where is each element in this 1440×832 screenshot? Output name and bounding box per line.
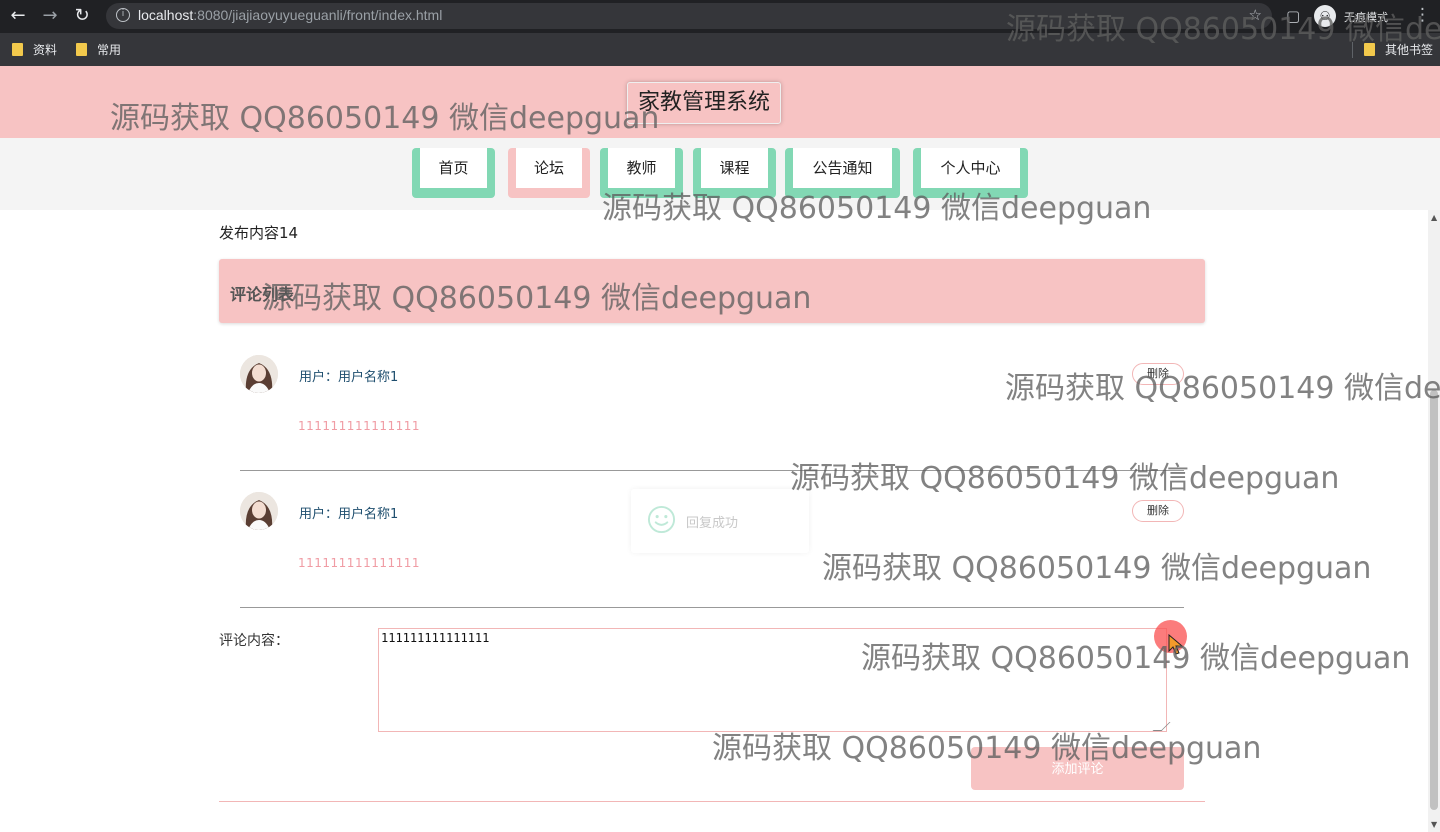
scroll-up-icon[interactable]: ▲ (1431, 213, 1437, 222)
bookmark-folder-2[interactable]: 常用 (76, 41, 121, 58)
incognito-label[interactable]: 无痕模式 (1344, 9, 1388, 25)
avatar-portrait-icon (240, 355, 278, 393)
mouse-pointer-icon (1168, 634, 1184, 655)
reload-icon[interactable]: ↻ (70, 5, 94, 27)
url-text[interactable]: localhost:8080/jiajiaoyuyueguanli/front/… (138, 7, 442, 23)
avatar (240, 355, 278, 393)
comment-item: 用户：用户名称1 111111111111111 删除 (240, 333, 1184, 471)
folder-icon (76, 43, 87, 56)
folder-icon (1364, 43, 1375, 56)
avatar (240, 492, 278, 530)
info-icon[interactable]: i (116, 8, 130, 22)
address-bar[interactable]: i localhost:8080/jiajiaoyuyueguanli/fron… (106, 3, 1272, 29)
post-title: 发布内容14 (219, 224, 299, 242)
bookmark-star-icon[interactable]: ☆ (1249, 6, 1262, 24)
bookmarks-bar: 资料 常用 其他书签 (0, 33, 1440, 66)
site-header: 家教管理系统 (0, 66, 1440, 138)
scroll-thumb[interactable] (1430, 390, 1438, 810)
comment-text: 111111111111111 (298, 556, 421, 570)
forward-arrow-icon[interactable]: → (38, 5, 62, 27)
back-arrow-icon[interactable]: ← (6, 5, 30, 27)
comment-form-label: 评论内容： (219, 633, 289, 649)
nav-profile[interactable]: 个人中心 (913, 148, 1028, 198)
nav-teachers[interactable]: 教师 (600, 148, 683, 198)
bookmarks-divider (1352, 42, 1353, 58)
smile-icon (647, 505, 676, 534)
scroll-down-icon[interactable]: ▼ (1431, 820, 1437, 829)
page-scrollbar[interactable]: ▲ ▼ (1428, 210, 1440, 832)
nav-forum[interactable]: 论坛 (508, 148, 590, 198)
delete-button[interactable]: 删除 (1132, 500, 1184, 522)
comment-text: 111111111111111 (298, 419, 421, 433)
success-toast: 回复成功 (631, 489, 809, 553)
nav-home[interactable]: 首页 (412, 148, 495, 198)
incognito-avatar-icon[interactable]: ⚇ (1314, 5, 1336, 27)
site-title: 家教管理系统 (627, 82, 782, 124)
other-bookmarks[interactable]: 其他书签 (1364, 41, 1433, 58)
delete-button[interactable]: 删除 (1132, 363, 1184, 385)
comments-heading: 评论列表 (230, 285, 295, 304)
form-divider (219, 801, 1205, 802)
add-comment-button[interactable]: 添加评论 (971, 747, 1184, 790)
comment-textarea[interactable] (378, 628, 1167, 732)
nav-courses[interactable]: 课程 (693, 148, 776, 198)
comment-user: 用户：用户名称1 (299, 370, 399, 385)
comment-user: 用户：用户名称1 (299, 507, 399, 522)
folder-icon (12, 43, 23, 56)
avatar-portrait-icon (240, 492, 278, 530)
nav-notices[interactable]: 公告通知 (785, 148, 900, 198)
browser-toolbar: ← → ↻ i localhost:8080/jiajiaoyuyueguanl… (0, 0, 1440, 33)
tab-search-icon[interactable]: ▢ (1286, 7, 1300, 25)
comments-heading-bar: 评论列表 (219, 259, 1205, 323)
bookmark-folder-1[interactable]: 资料 (12, 41, 57, 58)
browser-menu-icon[interactable]: ⋮ (1414, 5, 1431, 25)
toast-message: 回复成功 (686, 516, 739, 531)
main-nav: 首页 论坛 教师 课程 公告通知 个人中心 (0, 138, 1440, 210)
